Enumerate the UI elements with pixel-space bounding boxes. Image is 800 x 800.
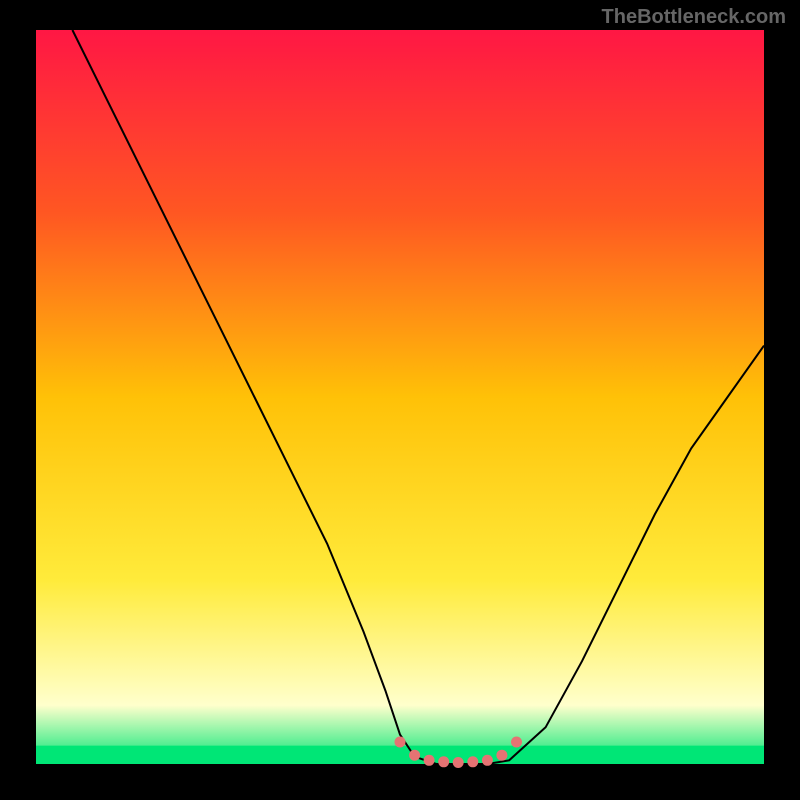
chart-container: TheBottleneck.com: [0, 0, 800, 800]
optimal-marker: [453, 757, 464, 768]
watermark-text: TheBottleneck.com: [602, 6, 786, 29]
optimal-marker: [409, 750, 420, 761]
plot-background: [36, 30, 764, 764]
bottleneck-chart: [0, 0, 800, 800]
optimal-marker: [424, 755, 435, 766]
optimal-marker: [482, 755, 493, 766]
optimal-marker: [395, 737, 406, 748]
optimal-marker: [438, 756, 449, 767]
optimal-marker: [511, 737, 522, 748]
green-band: [36, 746, 764, 764]
optimal-marker: [467, 756, 478, 767]
optimal-marker: [496, 750, 507, 761]
